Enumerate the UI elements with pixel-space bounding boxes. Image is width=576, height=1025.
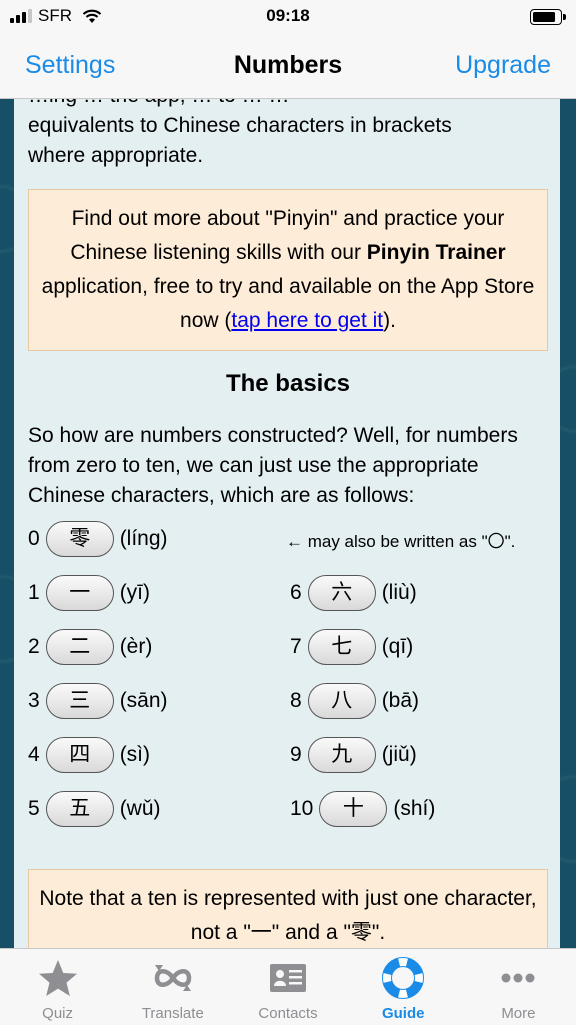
pinyin-label: (wǔ) xyxy=(119,797,161,820)
pinyin-label: (liù) xyxy=(381,581,417,604)
number-label: 3 xyxy=(28,689,40,712)
char-button-9[interactable]: 九 xyxy=(307,737,376,773)
pinyin-label: (èr) xyxy=(119,635,153,658)
star-icon xyxy=(38,960,77,996)
guide-card[interactable]: …ing … the app, … to … … equivalents to … xyxy=(14,99,560,948)
translate-icon xyxy=(154,965,192,991)
zero-note: ← may also be written as "〇". xyxy=(286,532,516,551)
pinyin-label: (qī) xyxy=(381,635,414,658)
number-label: 4 xyxy=(28,743,40,766)
tab-label: Contacts xyxy=(258,1005,318,1022)
navigation-bar: Settings Numbers Upgrade xyxy=(0,34,576,99)
callout-text-3: ). xyxy=(383,309,396,332)
char-button-3[interactable]: 三 xyxy=(45,683,114,719)
number-label: 0 xyxy=(28,527,40,550)
number-row-5: 5 五 (wǔ) xyxy=(28,791,161,827)
more-icon xyxy=(501,973,535,983)
number-row-6: 6 六 (liù) xyxy=(290,575,417,611)
number-label: 10 xyxy=(290,797,314,820)
ten-note-callout: Note that a ten is represented with just… xyxy=(28,869,548,948)
tab-bar: Quiz Translate Contacts Guide More xyxy=(0,948,576,1025)
number-label: 8 xyxy=(290,689,302,712)
char-button-8[interactable]: 八 xyxy=(307,683,376,719)
section-heading: The basics xyxy=(225,370,351,397)
number-label: 6 xyxy=(290,581,302,604)
number-row-3: 3 三 (sān) xyxy=(28,683,168,719)
tab-label: More xyxy=(501,1005,536,1022)
pinyin-label: (shí) xyxy=(393,797,436,820)
pinyin-trainer-callout: Find out more about "Pinyin" and practic… xyxy=(28,189,548,351)
pinyin-label: (líng) xyxy=(119,527,168,550)
number-label: 7 xyxy=(290,635,302,658)
tab-translate[interactable]: Translate xyxy=(115,949,230,1025)
char-button-6[interactable]: 六 xyxy=(307,575,376,611)
number-label: 5 xyxy=(28,797,40,820)
char-button-2[interactable]: 二 xyxy=(45,629,114,665)
number-label: 2 xyxy=(28,635,40,658)
char-button-4[interactable]: 四 xyxy=(45,737,114,773)
pinyin-label: (yī) xyxy=(119,581,151,604)
pinyin-label: (jiǔ) xyxy=(381,743,417,766)
contacts-icon xyxy=(270,964,306,992)
char-button-0[interactable]: 零 xyxy=(45,521,114,557)
number-row-8: 8 八 (bā) xyxy=(290,683,419,719)
char-button-10[interactable]: 十 xyxy=(319,791,388,827)
tab-label: Guide xyxy=(381,1005,425,1022)
numbers-grid: 0 零 (líng) ← may also be written as "〇".… xyxy=(28,521,548,851)
char-button-1[interactable]: 一 xyxy=(45,575,114,611)
char-button-5[interactable]: 五 xyxy=(45,791,114,827)
number-row-1: 1 一 (yī) xyxy=(28,575,150,611)
tab-quiz[interactable]: Quiz xyxy=(0,949,115,1025)
upgrade-button[interactable]: Upgrade xyxy=(455,51,551,80)
number-row-9: 9 九 (jiǔ) xyxy=(290,737,417,773)
callout-app-name: Pinyin Trainer xyxy=(366,241,506,264)
guide-content: …ing … the app, … to … … equivalents to … xyxy=(28,99,548,948)
tab-guide[interactable]: Guide xyxy=(346,949,461,1025)
number-row-7: 7 七 (qī) xyxy=(290,629,413,665)
tab-label: Translate xyxy=(141,1005,204,1022)
number-row-0: 0 零 (líng) xyxy=(28,521,168,557)
lifebuoy-icon xyxy=(382,957,425,999)
intro-line-3: where appropriate. xyxy=(28,144,204,167)
pinyin-label: (bā) xyxy=(381,689,420,712)
pinyin-label: (sān) xyxy=(119,689,168,712)
pinyin-label: (sì) xyxy=(119,743,151,766)
number-row-10: 10 十 (shí) xyxy=(290,791,435,827)
app-store-link[interactable]: tap here to get it xyxy=(231,309,383,332)
numbers-paragraph: So how are numbers constructed? Well, fo… xyxy=(28,424,518,507)
tab-contacts[interactable]: Contacts xyxy=(230,949,345,1025)
number-label: 9 xyxy=(290,743,302,766)
content-background: …ing … the app, … to … … equivalents to … xyxy=(0,99,576,948)
number-label: 1 xyxy=(28,581,40,604)
tab-more[interactable]: More xyxy=(461,949,576,1025)
char-button-7[interactable]: 七 xyxy=(307,629,376,665)
number-row-4: 4 四 (sì) xyxy=(28,737,150,773)
intro-line-1: …ing … the app, … to … … xyxy=(28,99,548,111)
status-bar: SFR 09:18 xyxy=(0,0,576,34)
number-row-2: 2 二 (èr) xyxy=(28,629,152,665)
battery-icon xyxy=(530,9,566,25)
intro-line-2: equivalents to Chinese characters in bra… xyxy=(28,114,452,137)
clock: 09:18 xyxy=(266,6,310,25)
tab-label: Quiz xyxy=(42,1005,74,1022)
